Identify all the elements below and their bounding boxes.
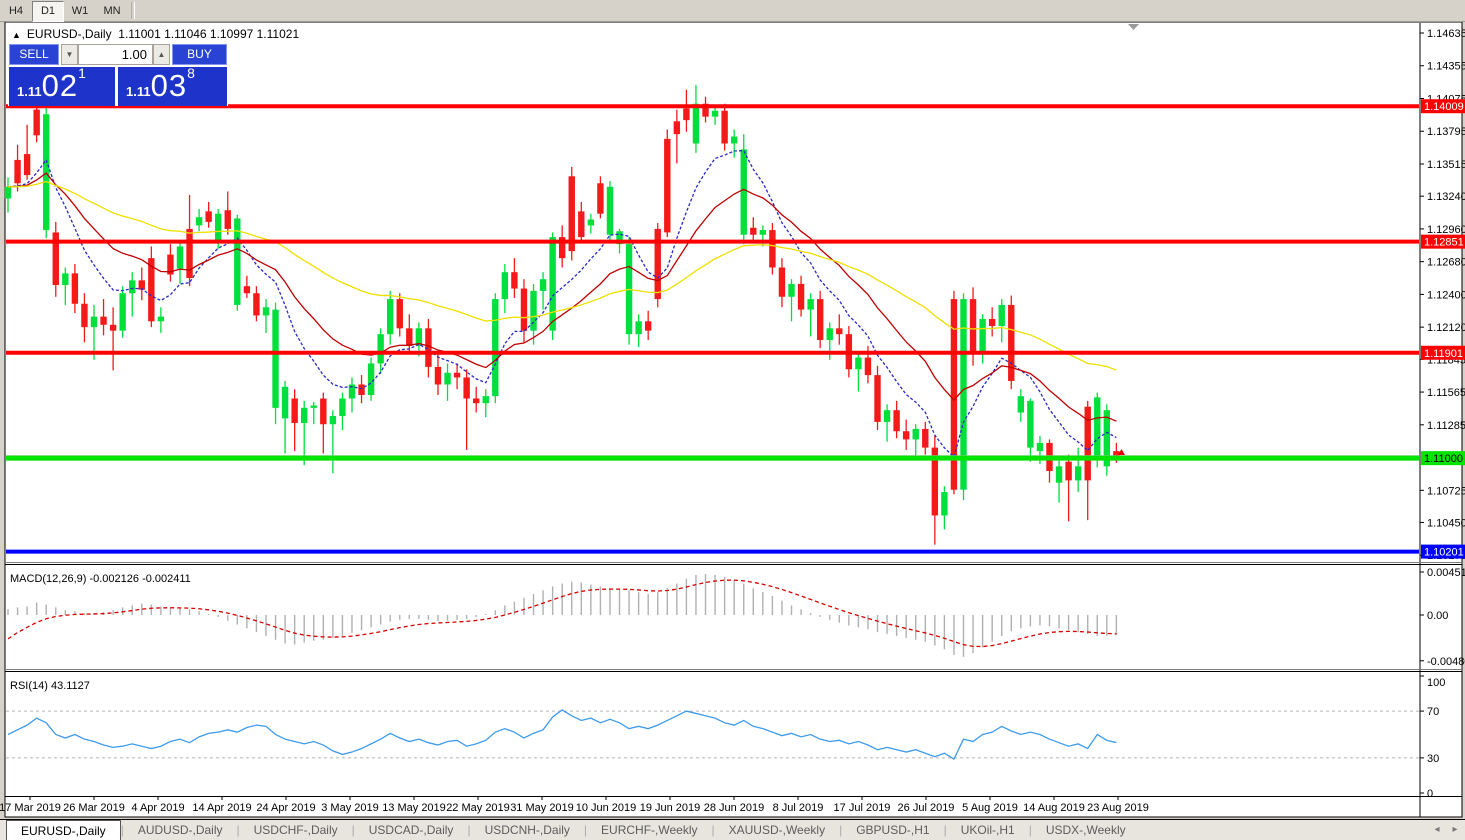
svg-text:1.11000: 1.11000: [1424, 453, 1463, 465]
sell-price-main: 02: [41, 68, 79, 103]
chart-title: ▲ EURUSD-,Daily 1.11001 1.11046 1.10997 1…: [12, 27, 299, 41]
svg-text:1.10201: 1.10201: [1424, 547, 1464, 559]
svg-text:1.11285: 1.11285: [1427, 420, 1465, 432]
svg-text:1.14635: 1.14635: [1427, 28, 1465, 40]
sell-price-pip: 1: [78, 65, 86, 81]
svg-text:1.12960: 1.12960: [1427, 224, 1465, 236]
sell-price-prefix: 1.11: [17, 84, 42, 99]
timeframe-button-mn[interactable]: MN: [96, 1, 128, 22]
tab-usdcad-daily[interactable]: USDCAD-,Daily: [355, 820, 468, 840]
svg-text:1.12400: 1.12400: [1427, 289, 1465, 301]
svg-text:0.004517: 0.004517: [1427, 567, 1465, 579]
svg-text:1.13795: 1.13795: [1427, 126, 1465, 138]
svg-text:1.10450: 1.10450: [1427, 517, 1465, 529]
svg-text:70: 70: [1427, 706, 1439, 718]
svg-text:26 Mar 2019: 26 Mar 2019: [63, 802, 125, 814]
svg-text:22 May 2019: 22 May 2019: [446, 802, 510, 814]
timeframe-button-h4[interactable]: H4: [0, 1, 32, 22]
svg-text:5 Aug 2019: 5 Aug 2019: [962, 802, 1018, 814]
svg-text:0.00: 0.00: [1427, 610, 1448, 622]
svg-text:30: 30: [1427, 753, 1439, 765]
svg-text:1.11565: 1.11565: [1427, 387, 1465, 399]
tabs-scroll-left-icon[interactable]: ◂: [1430, 823, 1444, 837]
tab-usdcnh-daily[interactable]: USDCNH-,Daily: [471, 820, 584, 840]
toolbar-separator: [131, 2, 135, 19]
svg-text:23 Aug 2019: 23 Aug 2019: [1087, 802, 1149, 814]
tab-ukoil-h1[interactable]: UKOil-,H1: [947, 820, 1029, 840]
chart-window: 1.146351.143551.140751.137951.135151.132…: [0, 22, 1465, 818]
timeframe-button-d1[interactable]: D1: [32, 1, 64, 22]
tab-eurchf-weekly[interactable]: EURCHF-,Weekly: [587, 820, 711, 840]
svg-text:28 Jun 2019: 28 Jun 2019: [704, 802, 765, 814]
svg-text:1.12120: 1.12120: [1427, 322, 1465, 334]
svg-text:1.14009: 1.14009: [1424, 101, 1464, 113]
svg-text:17 Mar 2019: 17 Mar 2019: [0, 802, 61, 814]
volume-increase-icon[interactable]: ▲: [153, 44, 170, 65]
buy-button[interactable]: BUY: [172, 44, 227, 65]
svg-text:100: 100: [1427, 677, 1445, 689]
svg-text:1.13240: 1.13240: [1427, 191, 1465, 203]
buy-price-display[interactable]: 1.11038: [118, 65, 227, 106]
svg-text:13 May 2019: 13 May 2019: [382, 802, 446, 814]
svg-text:31 May 2019: 31 May 2019: [510, 802, 574, 814]
svg-text:-0.004806: -0.004806: [1427, 656, 1465, 668]
svg-text:3 May 2019: 3 May 2019: [321, 802, 378, 814]
svg-text:1.11901: 1.11901: [1424, 348, 1463, 360]
svg-text:4 Apr 2019: 4 Apr 2019: [131, 802, 184, 814]
svg-text:14 Aug 2019: 14 Aug 2019: [1023, 802, 1085, 814]
macd-indicator-label: MACD(12,26,9) -0.002126 -0.002411: [10, 573, 191, 585]
svg-text:8 Jul 2019: 8 Jul 2019: [773, 802, 824, 814]
tab-gbpusd-h1[interactable]: GBPUSD-,H1: [842, 820, 943, 840]
buy-price-pip: 8: [187, 65, 195, 81]
volume-decrease-icon[interactable]: ▼: [61, 44, 78, 65]
symbol-tabs-bar: ◂ ▸ EURUSD-,Daily | AUDUSD-,Daily | USDCHF-,…: [0, 819, 1465, 840]
mt4-application-window: H4D1W1MN 1.146351.143551.140751.137951.1…: [0, 0, 1465, 840]
svg-text:1.12851: 1.12851: [1424, 237, 1464, 249]
svg-text:1.12680: 1.12680: [1427, 257, 1465, 269]
chart-symbol-period: EURUSD-,Daily: [26, 27, 112, 41]
svg-text:17 Jul 2019: 17 Jul 2019: [834, 802, 891, 814]
tab-usdx-weekly[interactable]: USDX-,Weekly: [1032, 820, 1140, 840]
svg-text:26 Jul 2019: 26 Jul 2019: [898, 802, 955, 814]
svg-text:14 Apr 2019: 14 Apr 2019: [192, 802, 251, 814]
chart-canvas[interactable]: 1.146351.143551.140751.137951.135151.132…: [0, 22, 1465, 818]
svg-text:1.13515: 1.13515: [1427, 159, 1465, 171]
one-click-trading-panel: SELL ▼ ▲ BUY 1.11021 1.11038: [8, 44, 228, 106]
svg-text:1.10725: 1.10725: [1427, 485, 1465, 497]
sell-button[interactable]: SELL: [9, 44, 59, 65]
tab-xauusd-weekly[interactable]: XAUUSD-,Weekly: [715, 820, 839, 840]
sell-price-display[interactable]: 1.11021: [9, 65, 115, 106]
svg-text:19 Jun 2019: 19 Jun 2019: [640, 802, 701, 814]
buy-price-main: 03: [150, 68, 188, 103]
svg-text:10 Jun 2019: 10 Jun 2019: [576, 802, 637, 814]
timeframe-button-w1[interactable]: W1: [64, 1, 96, 22]
timeframe-toolbar: H4 D1 W1 MN: [0, 0, 1465, 22]
svg-text:0: 0: [1427, 788, 1433, 800]
tab-eurusd-daily[interactable]: EURUSD-,Daily: [6, 820, 121, 840]
volume-input[interactable]: [78, 44, 153, 65]
buy-price-prefix: 1.11: [126, 84, 151, 99]
tabs-scroll-right-icon[interactable]: ▸: [1448, 823, 1462, 837]
one-click-collapse-icon[interactable]: ▲: [12, 30, 21, 40]
tab-audusd-daily[interactable]: AUDUSD-,Daily: [124, 820, 237, 840]
rsi-indicator-label: RSI(14) 43.1127: [10, 680, 90, 692]
svg-text:1.14355: 1.14355: [1427, 61, 1465, 73]
svg-text:24 Apr 2019: 24 Apr 2019: [256, 802, 315, 814]
chart-ohlc-values: 1.11001 1.11046 1.10997 1.11021: [118, 27, 300, 41]
tab-usdchf-daily[interactable]: USDCHF-,Daily: [240, 820, 352, 840]
